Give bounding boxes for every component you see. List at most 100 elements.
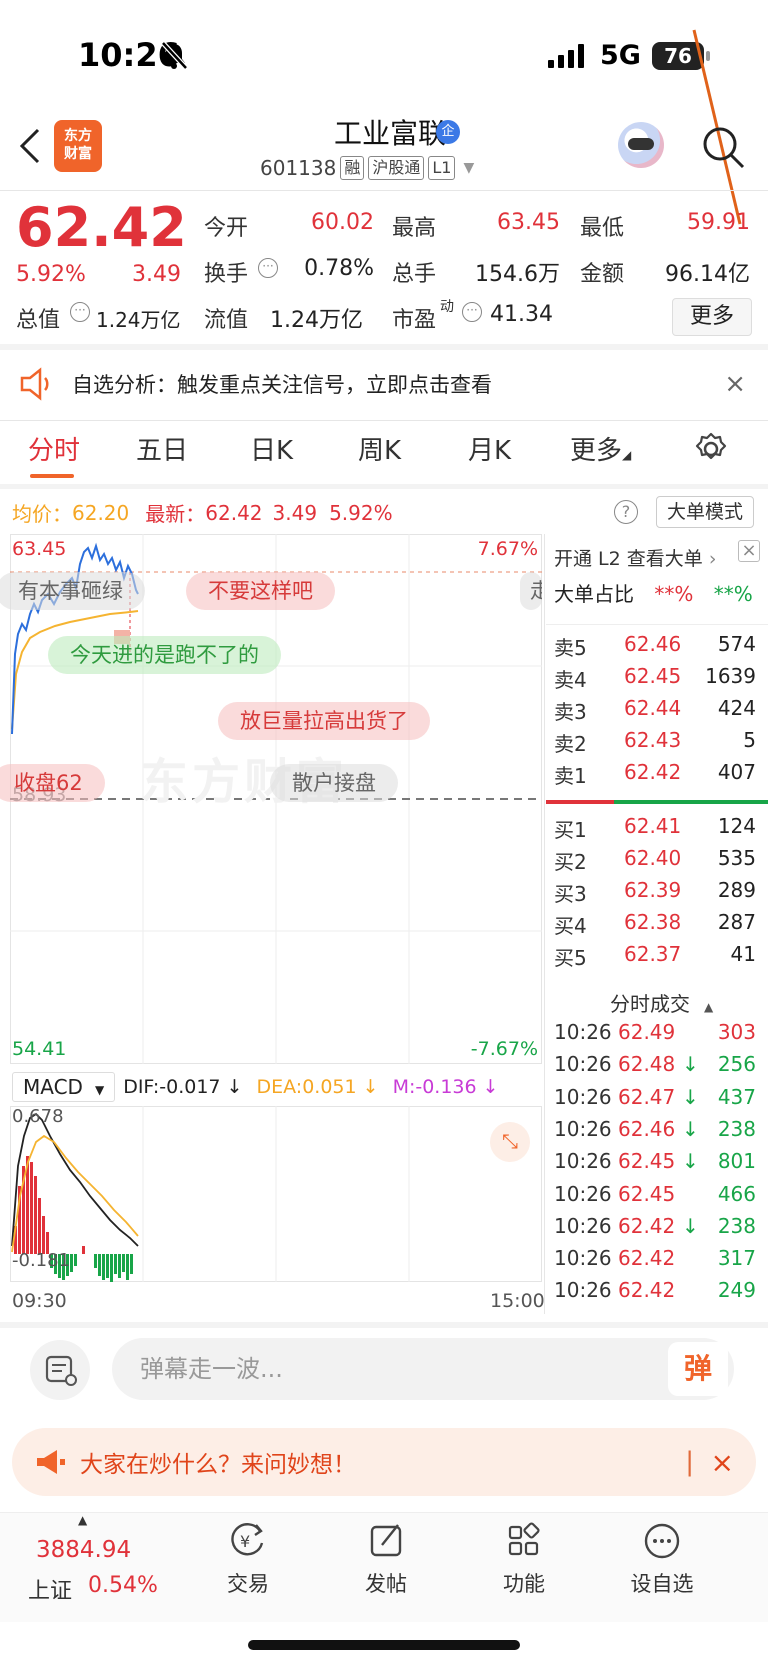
macd-top-value: 0.678 [12, 1106, 64, 1127]
macd-m: M:-0.136 ↓ [392, 1076, 499, 1098]
more-dots-icon [644, 1523, 680, 1559]
nav-functions[interactable]: 功能 [464, 1513, 584, 1598]
tick-time: 10:26 [554, 1213, 612, 1238]
index-pct[interactable]: 0.54% [88, 1573, 158, 1598]
help-icon[interactable]: ? [614, 500, 638, 524]
ask-ai-banner[interactable]: 大家在炒什么？来问妙想！ | × [12, 1428, 756, 1496]
megaphone-icon [37, 1450, 65, 1474]
ticks-title[interactable]: 分时成交 ▲ [610, 988, 713, 1017]
search-icon[interactable] [700, 124, 746, 170]
back-icon[interactable] [16, 126, 44, 166]
separator: | [685, 1447, 694, 1477]
danmaku-list-icon [45, 1355, 77, 1386]
expand-icon[interactable]: ⤡ [490, 1122, 530, 1162]
tick-volume: 238 [717, 1116, 756, 1141]
bid-volume: 289 [717, 878, 756, 902]
info-dots-icon[interactable]: ··· [258, 258, 278, 278]
nav-post[interactable]: 发帖 [326, 1513, 446, 1598]
avg-value: 62.20 [72, 500, 130, 525]
ask-row[interactable]: 卖4 62.45 1639 [548, 664, 762, 694]
macd-bottom-value: -0.181 [12, 1250, 71, 1271]
asks-list: 卖5 62.46 574 卖4 62.45 1639 卖3 62.44 424 卖2 62.4… [548, 632, 762, 792]
bid-ask-bar-green [614, 800, 768, 804]
bid-row[interactable]: 买3 62.39 289 [548, 878, 762, 908]
bid-price: 62.37 [624, 942, 682, 966]
bid-label: 买4 [554, 914, 587, 938]
low-value: 59.91 [687, 210, 750, 235]
indicator-selector[interactable]: MACD ▼ [12, 1072, 116, 1102]
tab-more[interactable]: 更多◢ [570, 430, 631, 467]
tab-weekly-k[interactable]: 周K [358, 430, 401, 467]
tab-daily-k[interactable]: 日K [250, 430, 293, 467]
home-indicator[interactable] [248, 1640, 520, 1650]
index-name[interactable]: 上证 [28, 1573, 72, 1605]
tick-volume: 317 [717, 1246, 756, 1271]
close-icon[interactable]: × [711, 1446, 734, 1479]
settings-gear-icon[interactable] [694, 432, 728, 466]
dropdown-icon[interactable]: ▼ [463, 160, 474, 176]
tag-connect: 沪股通 [368, 156, 425, 180]
amount-value: 96.14亿 [665, 262, 750, 287]
tick-arrow: ↓ [682, 1052, 699, 1077]
nav-add-watchlist[interactable]: 设自选 [602, 1513, 722, 1598]
tab-intraday[interactable]: 分时 [28, 430, 80, 467]
bid-row[interactable]: 买1 62.41 124 [548, 814, 762, 844]
pe-value: 41.34 [490, 302, 553, 327]
big-order-mode-button[interactable]: 大单模式 [656, 496, 754, 528]
bid-row[interactable]: 买2 62.40 535 [548, 846, 762, 876]
axis-bottom-price: 54.41 [12, 1038, 67, 1060]
amount-label: 金额 [580, 262, 625, 287]
axis-top-price: 63.45 [12, 538, 67, 560]
ask-price: 62.46 [624, 632, 682, 656]
big-ratio-label: 大单占比 [554, 582, 634, 606]
announcement-text: 自选分析：触发重点关注信号，立即点击查看 [72, 373, 492, 397]
ask-label: 卖2 [554, 732, 587, 756]
announcement-divider [0, 420, 768, 421]
ask-row[interactable]: 卖2 62.43 5 [548, 728, 762, 758]
big-sell-ratio: **% [713, 582, 753, 606]
danmaku-send-button[interactable]: 弹 [668, 1342, 728, 1396]
ask-row[interactable]: 卖5 62.46 574 [548, 632, 762, 662]
change-pct: 5.92% [16, 262, 86, 287]
bid-price: 62.39 [624, 878, 682, 902]
header-divider [0, 190, 768, 191]
ask-row[interactable]: 卖3 62.44 424 [548, 696, 762, 726]
assistant-avatar[interactable] [618, 122, 664, 168]
info-dots-icon[interactable]: ··· [462, 302, 482, 322]
tick-row: 10:26 62.47 ↓ 437 [548, 1085, 762, 1115]
nav-trade[interactable]: ¥ 交易 [188, 1513, 308, 1598]
intraday-chart[interactable]: 63.45 7.67% 58.93 54.41 -7.67% 东方财富 有本事砸… [0, 534, 542, 1064]
ask-price: 62.42 [624, 760, 682, 784]
nav-trade-label: 交易 [227, 1572, 269, 1596]
more-button[interactable]: 更多 [672, 298, 752, 336]
info-dots-icon[interactable]: ··· [70, 302, 90, 322]
l2-upgrade-link[interactable]: 开通 L2 查看大单 › [554, 544, 716, 571]
avg-label: 均价： [12, 502, 72, 526]
tab-five-day[interactable]: 五日 [136, 430, 188, 467]
danmaku-settings-button[interactable] [30, 1340, 90, 1400]
chevron-right-icon: › [708, 548, 717, 570]
macd-chart[interactable]: 0.678 -0.181 ⤡ [10, 1106, 542, 1282]
macd-dea: DEA:0.051 ↓ [256, 1076, 379, 1098]
ask-volume: 1639 [705, 664, 756, 688]
ask-row[interactable]: 卖1 62.42 407 [548, 760, 762, 790]
ask-label: 卖4 [554, 668, 587, 692]
close-icon[interactable]: × [724, 369, 746, 399]
bell-muted-icon [161, 41, 188, 70]
turnover-value: 0.78% [304, 256, 374, 281]
danmaku-bubble: 今天进的是跑不了的 [48, 636, 281, 674]
index-value[interactable]: 3884.94 [36, 1537, 131, 1563]
pe-sup: 动 [440, 299, 454, 315]
bid-row[interactable]: 买5 62.37 41 [548, 942, 762, 972]
close-icon[interactable]: × [738, 540, 760, 562]
danmaku-input[interactable]: 弹幕走一波... [112, 1338, 734, 1400]
tick-time: 10:26 [554, 1020, 612, 1044]
stock-code: 601138 [260, 156, 337, 180]
latest-pct: 5.92% [329, 500, 393, 525]
logo-text: 东方 财富 [64, 128, 92, 162]
announcement-bar[interactable]: 自选分析：触发重点关注信号，立即点击查看 × [0, 348, 768, 420]
tab-monthly-k[interactable]: 月K [468, 430, 511, 467]
danmaku-bubble: 走 [520, 572, 542, 610]
bid-row[interactable]: 买4 62.38 287 [548, 910, 762, 940]
bid-ask-bar-red [546, 800, 614, 804]
